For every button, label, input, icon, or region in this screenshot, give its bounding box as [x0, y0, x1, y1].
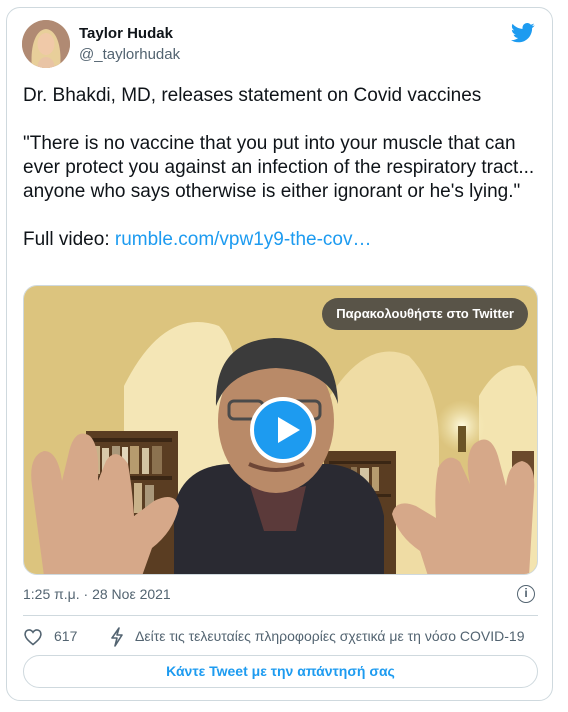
- tweet-link-line: Full video: rumble.com/vpw1y9-the-cov…: [23, 228, 543, 252]
- tweet-quote: "There is no vaccine that you put into y…: [23, 133, 535, 202]
- like-count[interactable]: 617: [54, 628, 77, 644]
- author-name[interactable]: Taylor Hudak: [79, 25, 173, 42]
- avatar-photo: [22, 20, 70, 68]
- watch-on-twitter-badge[interactable]: Παρακολουθήστε στο Twitter: [322, 298, 528, 330]
- tweet-card: Taylor Hudak @_taylorhudak Dr. Bhakdi, M…: [6, 7, 553, 701]
- link-prefix: Full video:: [23, 229, 110, 250]
- twitter-bird-icon[interactable]: [511, 23, 535, 43]
- play-icon[interactable]: [250, 397, 316, 463]
- tweet-text: Dr. Bhakdi, MD, releases statement on Co…: [23, 84, 543, 276]
- avatar[interactable]: [22, 20, 70, 68]
- video-link[interactable]: rumble.com/vpw1y9-the-cov…: [115, 229, 372, 250]
- covid-info-link[interactable]: Δείτε τις τελευταίες πληροφορίες σχετικά…: [135, 628, 539, 644]
- divider: [23, 615, 538, 616]
- tweet-line: Dr. Bhakdi, MD, releases statement on Co…: [23, 85, 482, 106]
- author-handle[interactable]: @_taylorhudak: [79, 46, 180, 63]
- info-icon[interactable]: i: [517, 585, 535, 603]
- video-media[interactable]: Παρακολουθήστε στο Twitter: [23, 285, 538, 575]
- bolt-icon: [111, 627, 123, 647]
- reply-button[interactable]: Κάντε Tweet με την απάντησή σας: [23, 655, 538, 688]
- heart-icon[interactable]: [23, 627, 43, 647]
- tweet-actions: 617 Δείτε τις τελευταίες πληροφορίες σχε…: [23, 627, 543, 647]
- tweet-timestamp[interactable]: 1:25 π.μ. · 28 Νοε 2021: [23, 586, 171, 602]
